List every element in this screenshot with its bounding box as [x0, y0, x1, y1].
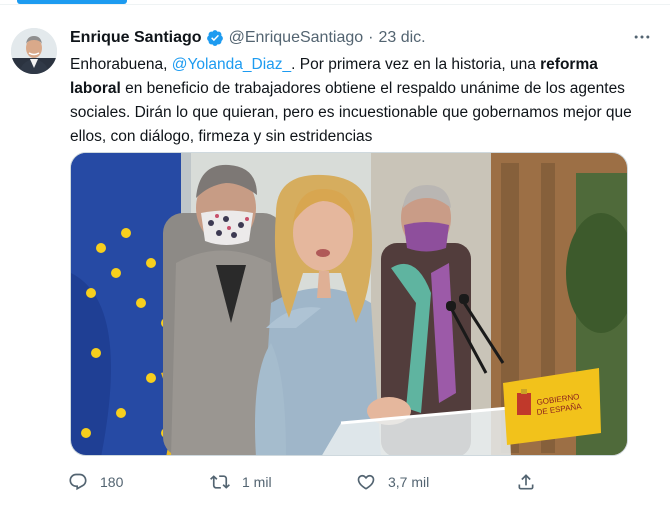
avatar[interactable] [11, 28, 57, 74]
avatar-image [11, 28, 57, 74]
retweet-button[interactable]: 1 mil [210, 467, 272, 497]
tweet-text: Enhorabuena, @Yolanda_Diaz_. Por primera… [70, 53, 640, 149]
like-button[interactable]: 3,7 mil [356, 467, 429, 497]
text-end: en beneficio de trabajadores obtiene el … [70, 80, 632, 145]
more-icon[interactable] [632, 27, 652, 47]
share-icon [518, 474, 534, 490]
mention-link[interactable]: @Yolanda_Diaz_ [172, 56, 291, 73]
separator-dot: · [368, 29, 374, 46]
text-middle: . Por primera vez en la historia, una [291, 56, 541, 73]
tweet-date[interactable]: 23 dic. [378, 29, 425, 47]
author-handle[interactable]: @EnriqueSantiago [229, 29, 364, 47]
like-count: 3,7 mil [388, 474, 430, 490]
share-button[interactable] [516, 467, 548, 497]
tweet[interactable]: Enrique Santiago @EnriqueSantiago · 23 d… [0, 5, 670, 507]
reply-count: 180 [100, 474, 124, 490]
reply-icon [69, 473, 87, 491]
author-name[interactable]: Enrique Santiago [70, 29, 202, 47]
text-intro: Enhorabuena, [70, 56, 172, 73]
tweet-actions: 180 1 mil 3,7 mil [64, 467, 564, 497]
tweet-photo[interactable]: GOBIERNO DE ESPAÑA [70, 152, 628, 456]
press-conference-photo: GOBIERNO DE ESPAÑA [71, 153, 627, 455]
like-icon [357, 474, 375, 490]
retweet-icon [210, 475, 230, 489]
retweet-count: 1 mil [242, 474, 272, 490]
verified-badge-icon [206, 29, 224, 47]
tweet-header: Enrique Santiago @EnriqueSantiago · 23 d… [70, 27, 426, 49]
reply-button[interactable]: 180 [68, 467, 123, 497]
